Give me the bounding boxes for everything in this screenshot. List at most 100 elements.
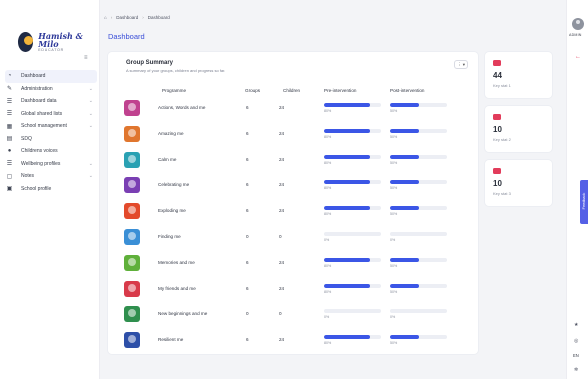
progress-fill — [390, 283, 419, 288]
progress-track — [324, 335, 381, 340]
progress-track — [324, 180, 381, 185]
feedback-tab[interactable]: Feedback — [580, 180, 588, 224]
brand-title: Hamish & Milo — [38, 30, 83, 50]
programme-icon — [124, 203, 140, 220]
settings-icon[interactable]: ✲ — [574, 367, 578, 373]
pre-intervention-progress: 80% — [324, 257, 381, 268]
table-row[interactable]: Resilient me 6 24 80% 50% — [108, 329, 478, 354]
children-count: 24 — [279, 208, 285, 214]
post-intervention-progress: 50% — [390, 283, 447, 294]
table-row[interactable]: Calm me 6 24 80% 50% — [108, 149, 478, 174]
list-icon: ☰ — [6, 161, 13, 168]
progress-fill — [324, 283, 370, 288]
pre-intervention-progress: 0% — [324, 232, 381, 242]
chevron-down-icon: ⌄ — [88, 110, 93, 117]
sidebar-item-school-profile[interactable]: ▣ School profile — [5, 183, 97, 196]
groups-count: 6 — [246, 130, 249, 136]
progress-percent: 50% — [390, 160, 398, 165]
table-row[interactable]: New beginnings and me 0 0 0% 0% — [108, 303, 478, 328]
post-intervention-progress: 0% — [390, 309, 447, 319]
stat-card[interactable]: 44 Key stat 1 — [485, 52, 552, 98]
stat-card[interactable]: 10 Key stat 2 — [485, 106, 552, 152]
breadcrumb-item[interactable]: Dashboard — [116, 15, 138, 20]
progress-track — [390, 257, 447, 262]
programme-icon — [124, 151, 140, 168]
progress-track — [390, 283, 447, 288]
progress-track — [324, 232, 381, 236]
stat-icon — [493, 60, 501, 66]
sidebar-item-global-shared-lists[interactable]: ☰ Global shared lists ⌄ — [5, 108, 97, 121]
chevron-down-icon: ⌄ — [88, 160, 93, 167]
table-row[interactable]: My friends and me 6 24 80% 50% — [108, 278, 478, 303]
programme-name: Calm me — [158, 156, 177, 162]
groups-count: 0 — [246, 311, 249, 317]
stat-label: Key stat 2 — [493, 137, 511, 142]
column-header-groups: Groups — [245, 88, 261, 93]
logo-mascot-icon — [18, 32, 34, 52]
sidebar-collapse-icon[interactable]: ≡ — [84, 55, 88, 61]
avatar[interactable] — [572, 18, 584, 30]
table-row[interactable]: Amazing me 6 24 80% 50% — [108, 123, 478, 148]
programme-icon — [124, 177, 140, 194]
brand-logo[interactable]: Hamish & Milo EDUCATOR — [18, 30, 90, 54]
building-icon: ▦ — [6, 123, 13, 130]
pre-intervention-progress: 80% — [324, 180, 381, 190]
children-count: 24 — [279, 285, 285, 291]
brand-subtitle: EDUCATOR — [38, 47, 65, 52]
sidebar-item-dashboard[interactable]: ◔ Dashboard — [5, 70, 97, 83]
post-intervention-progress: 50% — [390, 154, 447, 165]
progress-percent: 50% — [390, 341, 398, 346]
progress-fill — [324, 206, 370, 211]
language-selector[interactable]: EN — [573, 353, 579, 358]
sidebar-item-school-management[interactable]: ▦ School management ⌄ — [5, 120, 97, 133]
sidebar-item-childrens-voices[interactable]: ● Childrens voices — [5, 145, 97, 158]
progress-percent: 80% — [324, 289, 332, 294]
post-intervention-progress: 50% — [390, 180, 447, 190]
chevron-down-icon: ⌄ — [88, 173, 93, 180]
chevron-down-icon: ⌄ — [88, 98, 93, 105]
progress-track — [324, 309, 381, 314]
star-icon[interactable]: ★ — [574, 322, 578, 328]
arrow-left-icon[interactable]: ← — [575, 54, 581, 60]
progress-track — [390, 335, 447, 340]
sidebar-item-wellbeing-profiles[interactable]: ☰ Wellbeing profiles ⌄ — [5, 158, 97, 171]
progress-track — [390, 180, 447, 185]
progress-fill — [390, 335, 419, 340]
table-row[interactable]: Finding me 0 0 0% 0% — [108, 226, 478, 251]
sidebar-item-administration[interactable]: ✎ Administration ⌄ — [5, 83, 97, 96]
table-row[interactable]: Celebrating me 6 24 80% 50% — [108, 174, 478, 199]
sidebar-item-sdq[interactable]: ▤ SDQ — [5, 133, 97, 146]
progress-percent: 50% — [390, 212, 398, 217]
document-icon: ▤ — [6, 136, 13, 143]
table-row[interactable]: Exploding me 6 24 80% 50% — [108, 200, 478, 225]
home-icon[interactable]: ⌂ — [104, 15, 107, 20]
column-header-children: Children — [283, 88, 301, 93]
post-intervention-progress: 50% — [390, 128, 447, 139]
progress-track — [324, 257, 381, 262]
post-intervention-progress: 50% — [390, 257, 447, 268]
stat-label: Key stat 3 — [493, 191, 511, 196]
groups-count: 6 — [246, 105, 249, 110]
pre-intervention-progress: 80% — [324, 154, 381, 165]
programme-name: Finding me — [158, 234, 181, 239]
table-row[interactable]: Memories and me 6 24 80% 50% — [108, 252, 478, 277]
stat-value: 10 — [493, 179, 502, 188]
table-row[interactable]: Actions, Words and me 6 24 80% 50% — [108, 97, 478, 122]
stat-card[interactable]: 10 Key stat 3 — [485, 160, 552, 206]
help-icon[interactable]: ◎ — [574, 338, 578, 344]
programme-icon — [124, 229, 140, 245]
card-menu-button[interactable]: ⋮ ▾ — [454, 60, 468, 69]
progress-fill — [390, 154, 419, 159]
sidebar-item-notes[interactable]: ▢ Notes ⌄ — [5, 170, 97, 183]
progress-track — [390, 128, 447, 133]
programme-icon — [124, 332, 140, 349]
programme-icon — [124, 280, 140, 297]
progress-percent: 50% — [390, 289, 398, 294]
progress-percent: 50% — [390, 263, 398, 268]
children-count: 24 — [279, 337, 285, 343]
groups-count: 6 — [246, 337, 249, 343]
stat-icon — [493, 114, 501, 120]
sidebar-item-dashboard-data[interactable]: ☰ Dashboard data ⌄ — [5, 95, 97, 108]
user-label: ADMIN — [569, 33, 582, 37]
progress-fill — [324, 154, 370, 159]
